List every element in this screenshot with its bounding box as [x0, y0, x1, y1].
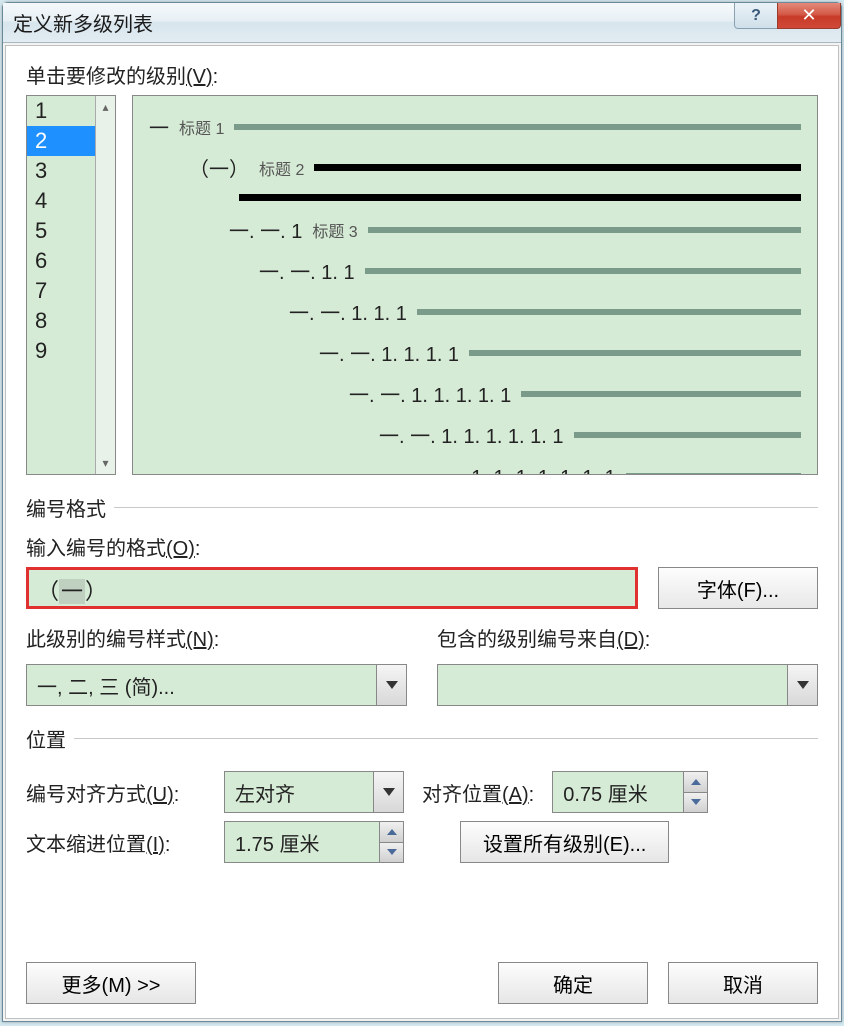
align-label: 编号对齐方式(U): — [26, 778, 206, 807]
level-item[interactable]: 2 — [27, 126, 95, 156]
preview-bar — [368, 227, 801, 233]
alignpos-spinner[interactable]: 0.75 厘米 — [552, 771, 708, 813]
align-combo[interactable]: 左对齐 — [224, 771, 404, 813]
preview-number: 一 — [149, 112, 169, 141]
help-button[interactable]: ? — [734, 3, 778, 29]
preview-number: 一. 一. 1. 1 — [259, 256, 355, 285]
spin-up-icon[interactable] — [380, 822, 403, 842]
include-label: 包含的级别编号来自(D): — [437, 623, 818, 652]
level-item[interactable]: 5 — [27, 216, 95, 246]
level-section-label: 单击要修改的级别(V): — [26, 60, 818, 89]
dialog-client: 单击要修改的级别(V): 123456789 ▴ ▾ 一标题 1（一）标题 2一… — [5, 45, 839, 1019]
format-input-label: 输入编号的格式(O): — [26, 532, 818, 561]
number-format-input[interactable]: （一） — [26, 567, 638, 609]
preview-number: （一） — [189, 153, 249, 182]
preview-title: 标题 2 — [259, 156, 304, 180]
level-item[interactable]: 7 — [27, 276, 95, 306]
spin-down-icon[interactable] — [684, 792, 707, 813]
spin-down-icon[interactable] — [380, 842, 403, 863]
preview-bar — [365, 268, 801, 274]
scroll-up-icon[interactable]: ▴ — [102, 100, 108, 114]
level-item[interactable]: 9 — [27, 336, 95, 366]
title-bar: 定义新多级列表 ? ✕ — [3, 3, 841, 43]
number-format-group: 编号格式 输入编号的格式(O): （一） 字体(F)... 此级别的编号样式(N… — [26, 493, 818, 706]
more-button[interactable]: 更多(M) >> — [26, 962, 196, 1004]
level-item[interactable]: 1 — [27, 96, 95, 126]
alignpos-label: 对齐位置(A): — [422, 778, 534, 807]
preview-row: 一. 一. 1. 1. 1 — [149, 297, 801, 326]
spin-up-icon[interactable] — [684, 772, 707, 792]
preview-title: 标题 1 — [179, 115, 224, 139]
preview-number: 一. 一. 1. 1. 1. 1 — [319, 338, 459, 367]
preview-number: 一. 一. 1. 1. 1. 1. 1 — [349, 379, 511, 408]
position-legend: 位置 — [26, 724, 74, 753]
number-style-combo[interactable]: 一, 二, 三 (简)... — [26, 664, 407, 706]
position-group: 位置 编号对齐方式(U): 左对齐 对齐位置(A): 0.75 厘米 — [26, 724, 818, 863]
dropdown-icon[interactable] — [373, 772, 403, 812]
preview-bar — [234, 124, 801, 130]
preview-bar — [239, 194, 801, 201]
level-item[interactable]: 6 — [27, 246, 95, 276]
close-button[interactable]: ✕ — [777, 3, 841, 29]
preview-bar — [469, 350, 801, 356]
preview-number: 一. 一. 1. 1. 1. 1. 1. 1. 1 — [409, 461, 616, 475]
preview-number: 一. 一. 1 — [229, 215, 302, 244]
preview-row: （一） 标题 2 — [149, 153, 801, 182]
preview-row: 一. 一. 1. 1. 1. 1. 1 — [149, 379, 801, 408]
preview-number: 一. 一. 1. 1. 1 — [289, 297, 407, 326]
level-list[interactable]: 123456789 ▴ ▾ — [26, 95, 116, 475]
preview-bar — [626, 473, 801, 476]
preview-row: 一. 一. 1 标题 3 — [149, 215, 801, 244]
ok-button[interactable]: 确定 — [498, 962, 648, 1004]
preview-bar — [417, 309, 801, 315]
preview-number: 一. 一. 1. 1. 1. 1. 1. 1 — [379, 420, 564, 449]
preview-row: 一. 一. 1. 1. 1. 1 — [149, 338, 801, 367]
preview-panel: 一标题 1 （一） 标题 2 一. 一. 1 标题 3 一. 一. 1. 1 一. 一. 1… — [132, 95, 818, 475]
preview-title: 标题 3 — [312, 218, 357, 242]
include-level-combo[interactable] — [437, 664, 818, 706]
preview-row: 一. 一. 1. 1 — [149, 256, 801, 285]
indent-label: 文本缩进位置(I): — [26, 828, 206, 857]
level-scrollbar[interactable]: ▴ ▾ — [95, 96, 115, 474]
number-format-legend: 编号格式 — [26, 493, 114, 522]
dialog-window: 定义新多级列表 ? ✕ 单击要修改的级别(V): 123456789 ▴ ▾ 一… — [2, 2, 842, 1022]
preview-bar — [574, 432, 801, 438]
style-label: 此级别的编号样式(N): — [26, 623, 407, 652]
dropdown-icon[interactable] — [376, 665, 406, 705]
cancel-button[interactable]: 取消 — [668, 962, 818, 1004]
dialog-title: 定义新多级列表 — [13, 8, 735, 37]
preview-bar — [314, 164, 801, 171]
dropdown-icon[interactable] — [787, 665, 817, 705]
indent-spinner[interactable]: 1.75 厘米 — [224, 821, 404, 863]
preview-bar — [521, 391, 801, 397]
preview-row: 一标题 1 — [149, 112, 801, 141]
level-item[interactable]: 3 — [27, 156, 95, 186]
level-item[interactable]: 8 — [27, 306, 95, 336]
scroll-down-icon[interactable]: ▾ — [102, 456, 108, 470]
preview-row: 一. 一. 1. 1. 1. 1. 1. 1. 1 — [149, 461, 801, 475]
set-all-levels-button[interactable]: 设置所有级别(E)... — [460, 821, 669, 863]
level-item[interactable]: 4 — [27, 186, 95, 216]
preview-row: 一. 一. 1. 1. 1. 1. 1. 1 — [149, 420, 801, 449]
font-button[interactable]: 字体(F)... — [658, 567, 818, 609]
